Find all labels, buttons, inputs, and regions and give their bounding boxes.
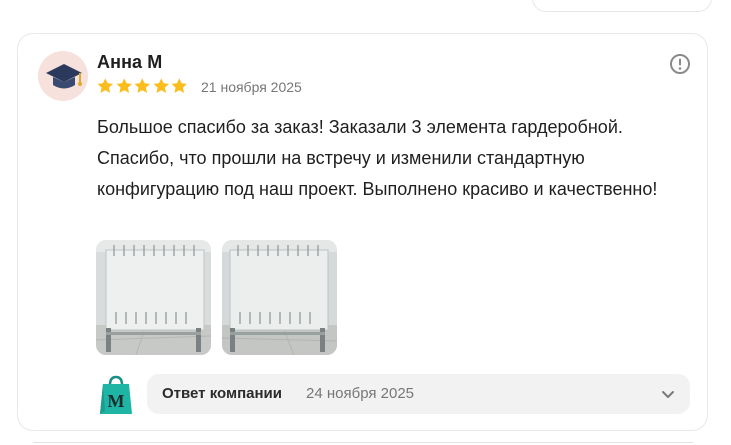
rating-stars: [96, 77, 189, 97]
more-button[interactable]: [669, 53, 691, 75]
divider: [33, 442, 693, 443]
star-icon: [116, 78, 132, 93]
review-date: 21 ноября 2025: [201, 79, 302, 95]
review-photo[interactable]: [96, 240, 211, 355]
previous-card-edge: [532, 0, 712, 12]
company-reply-label: Ответ компании: [162, 385, 282, 402]
wardrobe-photo: [222, 240, 337, 355]
company-logo: M: [99, 375, 133, 415]
star-icon: [171, 78, 187, 93]
company-reply-date: 24 ноября 2025: [306, 385, 415, 402]
graduation-cap-icon: [46, 64, 82, 89]
avatar[interactable]: [38, 51, 88, 101]
review-photo[interactable]: [222, 240, 337, 355]
company-reply-toggle[interactable]: Ответ компании 24 ноября 2025: [147, 374, 690, 414]
star-icon: [134, 78, 150, 93]
chevron-down-icon: [662, 391, 674, 398]
star-icon: [153, 78, 169, 93]
wardrobe-photo: [96, 240, 211, 355]
review-text: Большое спасибо за заказ! Заказали 3 эле…: [97, 117, 658, 199]
star-icon: [97, 78, 113, 93]
review-card: Анна М 21 ноября 2025 Большое спасибо за…: [17, 33, 708, 431]
exclamation-circle-icon: [670, 54, 690, 74]
company-logo-letter: M: [108, 391, 125, 411]
shopping-bag-logo-icon: M: [100, 375, 132, 414]
author-name[interactable]: Анна М: [97, 52, 162, 73]
